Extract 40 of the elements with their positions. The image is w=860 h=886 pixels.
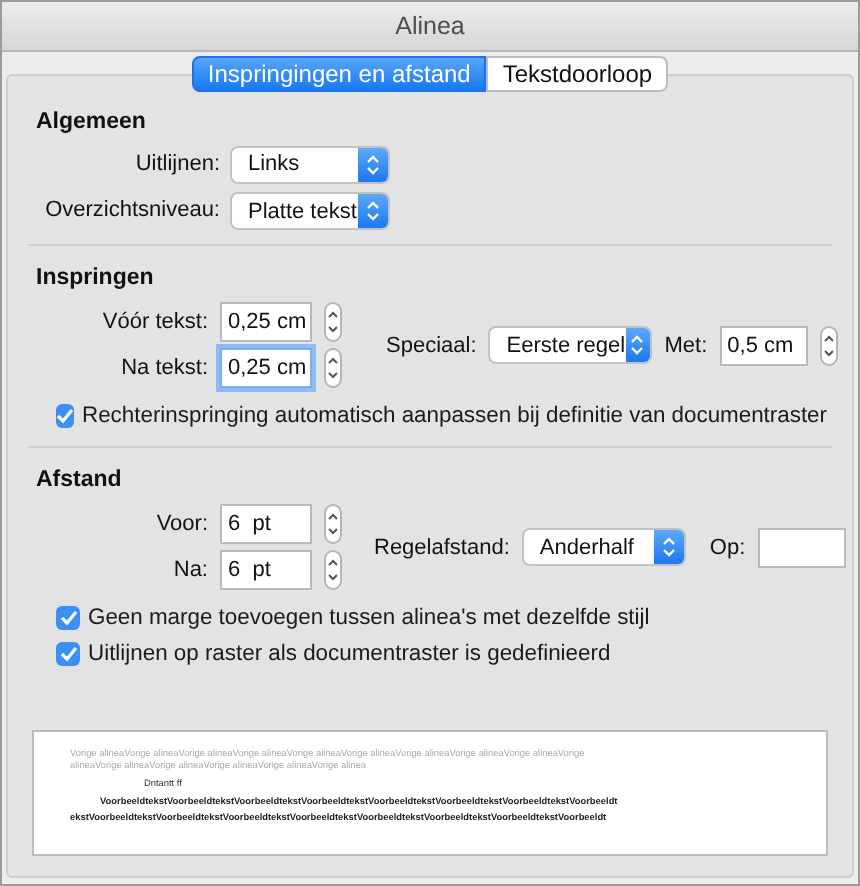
input-field[interactable] [757,527,846,567]
stepper-icon[interactable] [324,550,342,590]
window-title: Alinea [395,12,465,40]
section-heading: Afstand [36,465,124,495]
field-label: Na tekst: [119,354,208,382]
field-label: Uitlijnen: [133,149,220,178]
field-label: Overzichtsniveau: [43,196,220,225]
tab[interactable]: Tekstdoorloop [486,56,669,92]
stepper-icon[interactable] [324,302,342,342]
dropdown[interactable]: Platte tekst [230,192,390,230]
stepper-icon[interactable] [324,504,342,544]
section-heading: Inspringen [36,263,156,293]
updown-arrow-icon [366,200,380,222]
checkbox-label: Geen marge toevoegen tussen alinea's met dezelfde stijl [88,605,650,629]
section-heading: Algemeen [36,107,148,137]
stepper-icon[interactable] [819,325,838,365]
updown-arrow-icon [366,153,380,175]
updown-arrow-icon [661,536,676,558]
field-label: Speciaal: [386,331,477,359]
input-field[interactable]: 0,5 cm [719,325,808,365]
field-label: Na: [171,556,208,584]
input-field[interactable]: 0,25 cm [220,302,312,342]
field-label: Regelafstand: [374,533,510,561]
updown-arrow-icon [630,334,645,356]
field-label: Met: [664,331,708,359]
field-label: Op: [707,533,746,561]
checkbox[interactable] [56,641,80,665]
field-label: Voor: [154,510,208,538]
checkbox[interactable] [56,605,80,629]
field-label: Vóór tekst: [100,308,208,336]
dropdown[interactable]: Anderhalf [521,528,686,566]
checkbox-label: Rechterinspringing automatisch aanpassen bij definitie van documentraster [82,403,828,427]
input-field[interactable]: 0,25 cm [220,348,312,388]
checkbox[interactable] [56,403,74,427]
checkbox-label: Uitlijnen op raster als documentraster is gedefinieerd [88,641,611,665]
input-field[interactable]: 6 pt [220,550,312,590]
dropdown[interactable]: Links [230,145,390,183]
dropdown[interactable]: Eerste regel [488,326,653,364]
input-field[interactable]: 6 pt [220,504,312,544]
stepper-icon[interactable] [324,348,342,388]
